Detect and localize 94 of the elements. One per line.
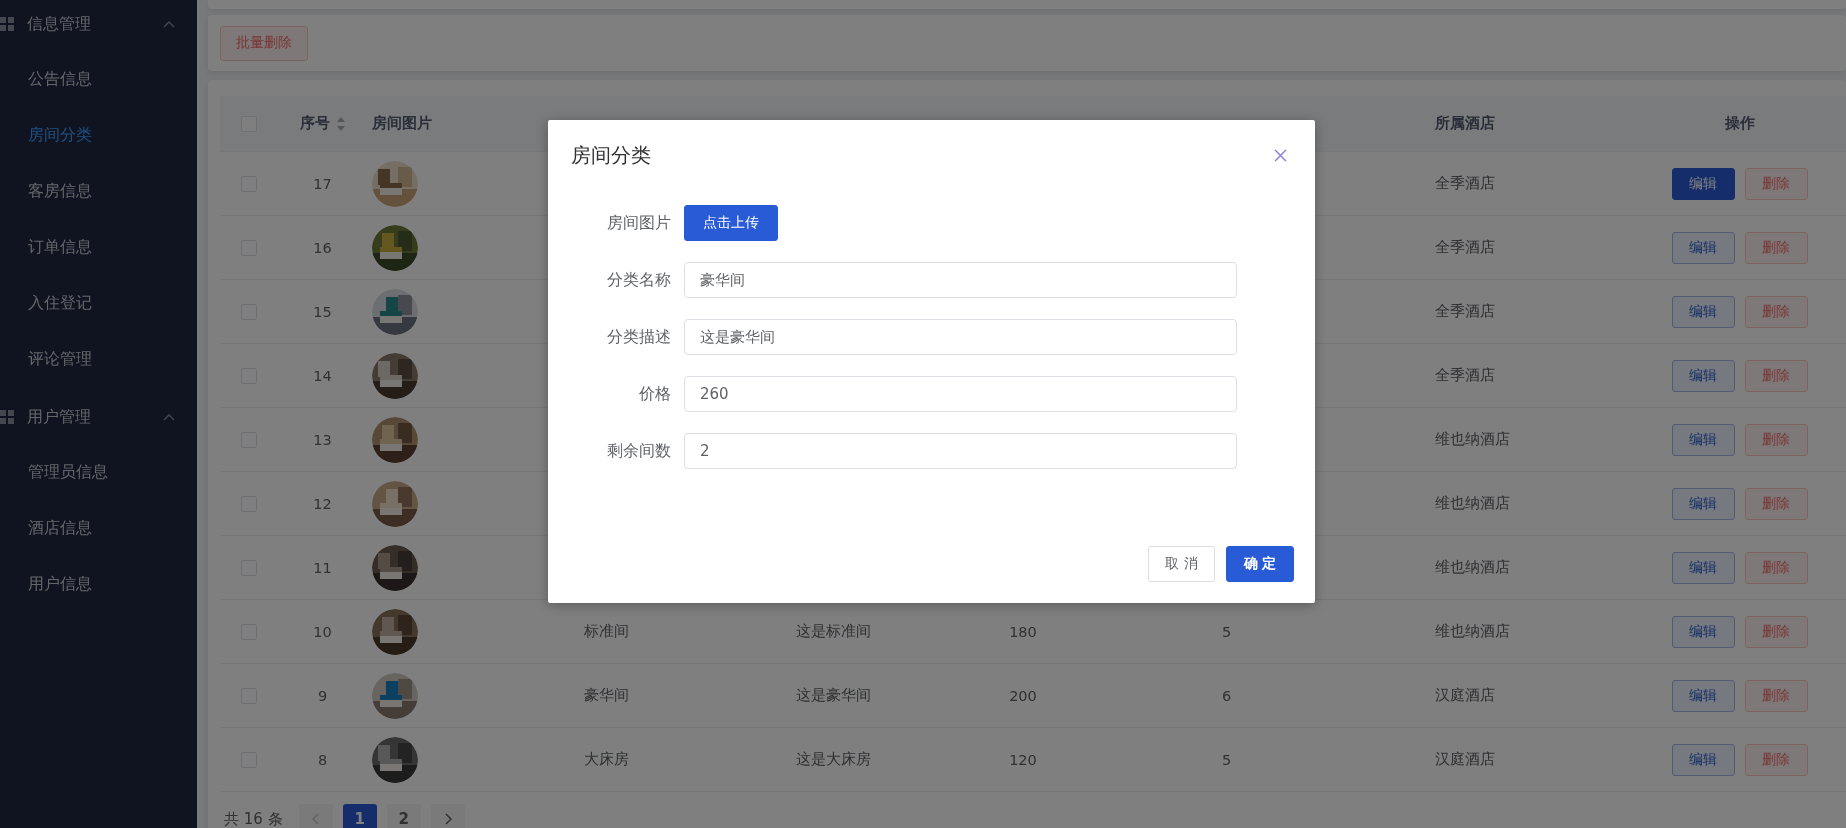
menu-item[interactable]: 用户信息 [0,556,197,612]
menu-group-title: 信息管理 [27,13,92,35]
table-cell: 这是标准间 [796,622,872,641]
table-cell: 120 [1009,751,1037,768]
edit-button[interactable]: 编辑 [1671,295,1735,328]
menu-item[interactable]: 房间分类 [0,107,197,163]
upload-button[interactable]: 点击上传 [684,205,778,241]
field-label: 分类描述 [606,326,672,348]
sort-icon[interactable] [335,115,346,132]
menu-group-title: 用户管理 [27,406,92,428]
next-page-button[interactable] [430,804,465,828]
grid-icon [0,410,14,424]
table-cell: 10 [313,623,332,640]
table-cell: 维也纳酒店 [1435,622,1511,641]
dialog-title: 房间分类 [571,142,651,169]
input-field[interactable]: 豪华间 [684,262,1237,298]
table-cell: 全季酒店 [1435,174,1496,193]
table-cell: 5 [1222,623,1232,640]
close-icon[interactable] [1274,149,1287,162]
edit-button[interactable]: 编辑 [1671,551,1735,584]
delete-button[interactable]: 删除 [1744,487,1808,520]
chevron-right-icon [443,813,452,825]
menu-item[interactable]: 订单信息 [0,219,197,275]
table-cell: 13 [313,431,332,448]
column-header: 操作 [1724,114,1755,133]
table-cell: 5 [1222,751,1232,768]
table-cell: 这是豪华间 [796,686,872,705]
delete-button[interactable]: 删除 [1744,359,1808,392]
table-cell: 汉庭酒店 [1435,686,1496,705]
edit-button[interactable]: 编辑 [1671,359,1735,392]
table-cell: 11 [313,559,332,576]
total-count: 共 16 条 [224,809,283,828]
table-cell: 全季酒店 [1435,366,1496,385]
delete-button[interactable]: 删除 [1744,295,1808,328]
table-cell: 维也纳酒店 [1435,494,1511,513]
input-field[interactable]: 这是豪华间 [684,319,1237,355]
delete-button[interactable]: 删除 [1744,551,1808,584]
table-cell: 9 [317,687,328,704]
edit-button[interactable]: 编辑 [1671,487,1735,520]
delete-button[interactable]: 删除 [1744,167,1808,200]
table-cell: 全季酒店 [1435,238,1496,257]
input-field[interactable]: 260 [684,376,1237,412]
cancel-button[interactable]: 取 消 [1148,546,1215,582]
table-cell: 汉庭酒店 [1435,750,1496,769]
previous-page-button[interactable] [298,804,333,828]
field-label: 价格 [638,383,672,405]
edit-button[interactable]: 编辑 [1671,231,1735,264]
menu-item[interactable]: 公告信息 [0,51,197,107]
field-label: 房间图片 [606,212,672,234]
edit-button[interactable]: 编辑 [1671,615,1735,648]
menu-item[interactable]: 客房信息 [0,163,197,219]
table-cell: 17 [313,175,332,192]
edit-button[interactable]: 编辑 [1671,167,1735,200]
menu-group[interactable]: 信息管理 [0,0,197,48]
table-cell: 14 [313,367,332,384]
confirm-button[interactable]: 确 定 [1226,546,1294,582]
menu-item[interactable]: 入住登记 [0,275,197,331]
edit-button[interactable]: 编辑 [1671,743,1735,776]
table-cell: 标准间 [584,622,630,641]
delete-button[interactable]: 删除 [1744,423,1808,456]
table-cell: 维也纳酒店 [1435,430,1511,449]
delete-button[interactable]: 删除 [1744,679,1808,712]
menu-item[interactable]: 酒店信息 [0,500,197,556]
table-cell: 180 [1009,623,1037,640]
table-cell: 维也纳酒店 [1435,558,1511,577]
table-cell: 15 [313,303,332,320]
input-field[interactable]: 2 [684,433,1237,469]
table-cell: 16 [313,239,332,256]
column-header[interactable]: 序号 [299,114,330,133]
chevron-left-icon [311,813,320,825]
table-cell: 12 [313,495,332,512]
batch-delete-button[interactable]: 批量删除 [220,25,308,61]
delete-button[interactable]: 删除 [1744,231,1808,264]
column-header: 房间图片 [372,114,433,133]
menu-item[interactable]: 评论管理 [0,331,197,387]
grid-icon [0,17,14,31]
table-cell: 这是大床房 [796,750,872,769]
menu-item[interactable]: 管理员信息 [0,444,197,500]
page-button[interactable]: 1 [342,804,377,828]
table-cell: 6 [1222,687,1232,704]
edit-button[interactable]: 编辑 [1671,423,1735,456]
table-cell: 全季酒店 [1435,302,1496,321]
table-cell: 豪华间 [584,686,630,705]
field-label: 分类名称 [606,269,672,291]
delete-button[interactable]: 删除 [1744,743,1808,776]
delete-button[interactable]: 删除 [1744,615,1808,648]
edit-button[interactable]: 编辑 [1671,679,1735,712]
table-cell: 200 [1009,687,1037,704]
table-cell: 8 [317,751,328,768]
table-cell: 大床房 [584,750,630,769]
page-button[interactable]: 2 [386,804,421,828]
field-label: 剩余间数 [606,440,672,462]
menu-group[interactable]: 用户管理 [0,393,197,441]
column-header: 所属酒店 [1435,114,1496,133]
